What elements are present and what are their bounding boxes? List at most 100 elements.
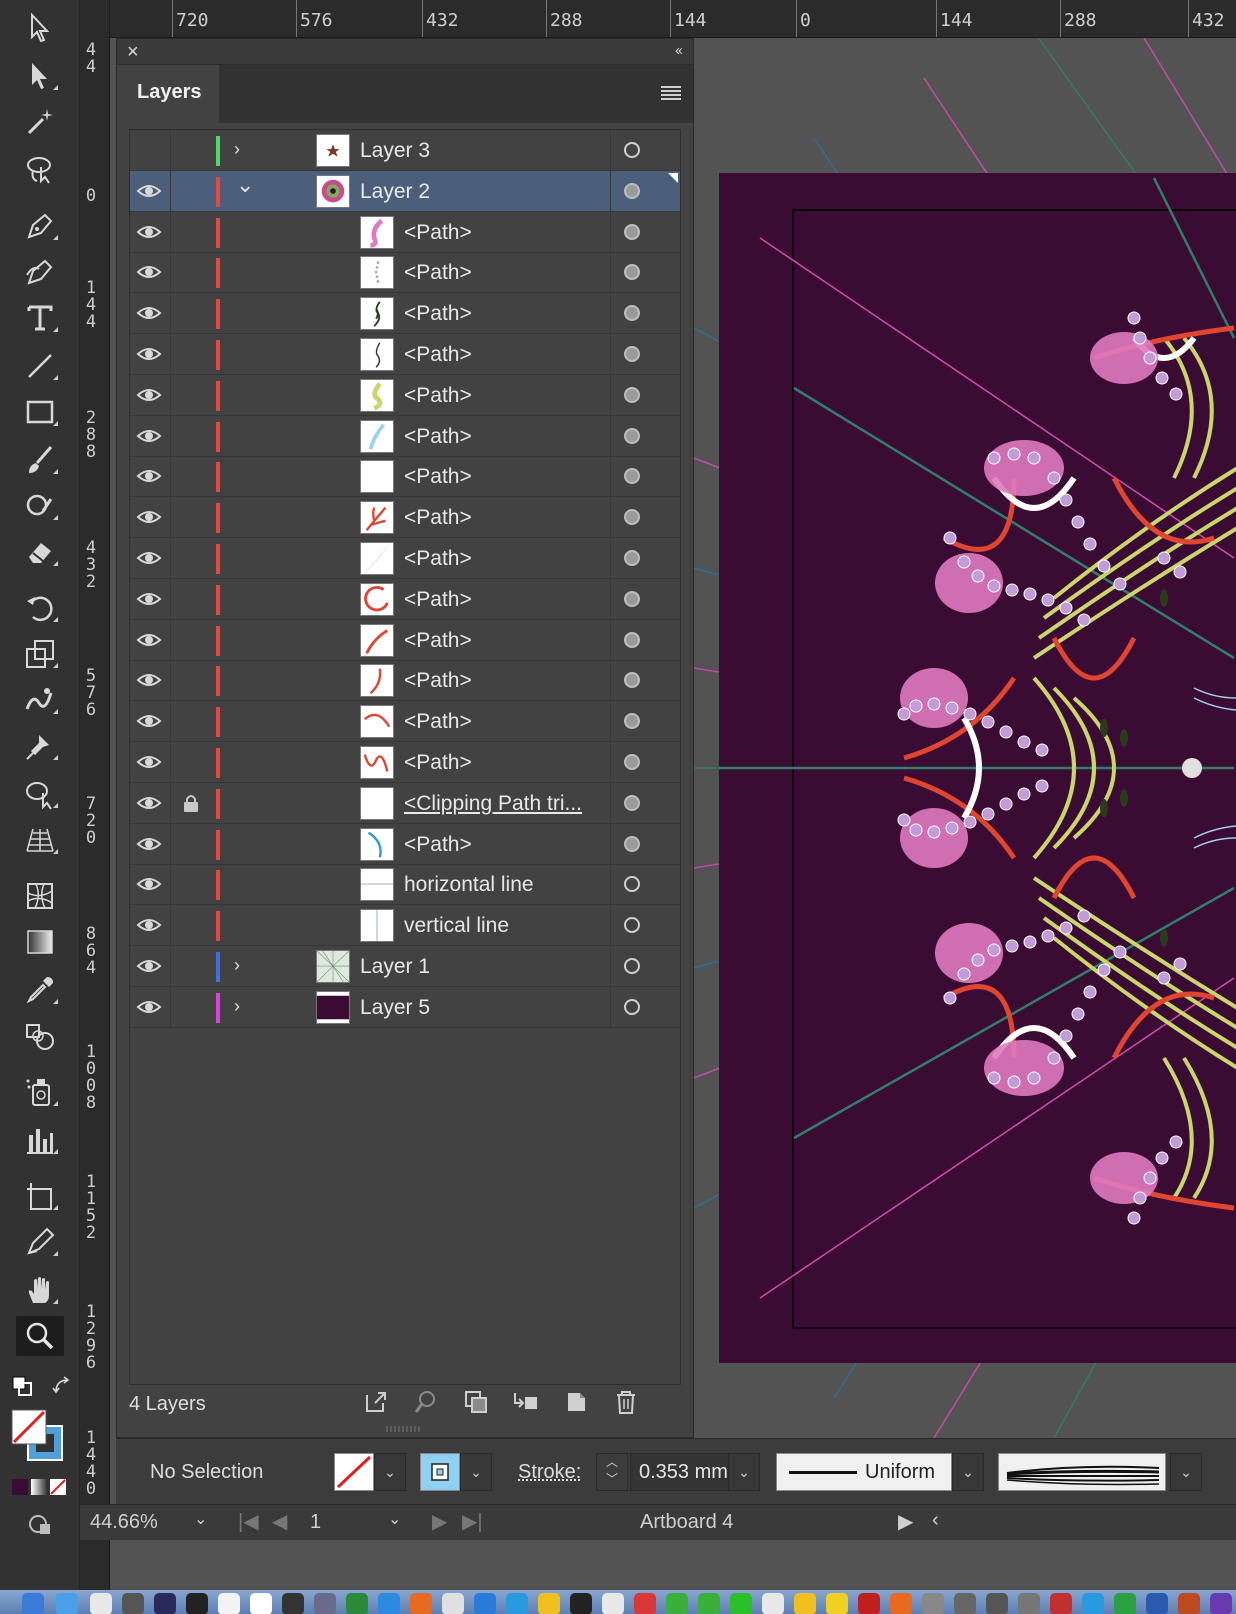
sublayer-row[interactable]: <Path> <box>130 293 680 335</box>
layer-name[interactable]: <Path> <box>404 384 472 408</box>
target-circle-icon[interactable] <box>624 142 640 158</box>
layer-name[interactable]: <Path> <box>404 629 472 653</box>
visibility-eye-icon[interactable] <box>136 260 162 284</box>
shape-builder-tool-icon[interactable] <box>16 774 64 814</box>
chevron-right-icon[interactable]: › <box>234 139 240 160</box>
gradient-tool-icon[interactable] <box>16 922 64 962</box>
locate-object-icon[interactable] <box>413 1389 439 1415</box>
layer-name[interactable]: <Path> <box>404 221 472 245</box>
visibility-eye-icon[interactable] <box>136 301 162 325</box>
sublayer-row[interactable]: <Clipping Path tri... <box>130 782 680 824</box>
layer-name[interactable]: <Path> <box>404 547 472 571</box>
excel-icon[interactable] <box>1114 1593 1136 1614</box>
curvature-tool-icon[interactable] <box>16 252 64 292</box>
type-tool-icon[interactable] <box>16 298 64 338</box>
scale-tool-icon[interactable] <box>16 634 64 674</box>
layer-name[interactable]: <Path> <box>404 833 472 857</box>
notes-icon[interactable] <box>218 1593 240 1614</box>
layer-name[interactable]: <Path> <box>404 506 472 530</box>
blend-tool-icon[interactable] <box>16 1016 64 1056</box>
layer-row[interactable]: › Layer 1 <box>130 946 680 987</box>
symbol-sprayer-tool-icon[interactable] <box>16 1072 64 1112</box>
layer-name[interactable]: vertical line <box>404 914 509 938</box>
create-sublayer-icon[interactable] <box>513 1389 539 1415</box>
sublayer-row[interactable]: <Path> <box>130 456 680 498</box>
visibility-eye-icon[interactable] <box>136 505 162 529</box>
layer-name[interactable]: Layer 5 <box>360 996 430 1020</box>
target-circle-icon[interactable] <box>624 182 640 199</box>
layer-name[interactable]: <Path> <box>404 588 472 612</box>
sublayer-row[interactable]: <Path> <box>130 660 680 702</box>
layer-name[interactable]: <Path> <box>404 751 472 775</box>
visibility-eye-icon[interactable] <box>136 424 162 448</box>
eraser-tool-icon[interactable] <box>16 532 64 572</box>
finder-icon[interactable] <box>22 1593 44 1614</box>
chrome-icon[interactable] <box>442 1593 464 1614</box>
layer-name[interactable]: <Path> <box>404 343 472 367</box>
sublayer-row[interactable]: <Path> <box>130 334 680 375</box>
shaper-tool-icon[interactable] <box>16 486 64 526</box>
line-tool-icon[interactable] <box>16 346 64 386</box>
tab-layers[interactable]: Layers <box>117 65 219 123</box>
layer-name[interactable]: <Path> <box>404 710 472 734</box>
sublayer-row[interactable]: <Path> <box>130 742 680 783</box>
sublayer-row[interactable]: <Path> <box>130 701 680 743</box>
make-clipping-mask-icon[interactable] <box>463 1389 489 1415</box>
fill-stroke-swatch[interactable] <box>10 1408 66 1462</box>
target-circle-icon[interactable] <box>624 346 640 362</box>
layer-name[interactable]: <Path> <box>404 302 472 326</box>
export-icon[interactable] <box>363 1389 389 1415</box>
layer-name[interactable]: <Path> <box>404 669 472 693</box>
target-circle-icon[interactable] <box>624 998 640 1015</box>
sublayer-row[interactable]: <Path> <box>130 497 680 539</box>
sublayer-row[interactable]: <Path> <box>130 415 680 457</box>
play-icon[interactable]: ▶ <box>898 1509 913 1534</box>
visibility-eye-icon[interactable] <box>136 668 162 692</box>
app-icon[interactable] <box>1210 1593 1232 1614</box>
zoom-level-field[interactable]: 44.66% <box>90 1511 190 1539</box>
profile-dropdown-chevron-icon[interactable]: ⌄ <box>952 1453 984 1491</box>
visibility-eye-icon[interactable] <box>136 709 162 733</box>
panel-menu-icon[interactable] <box>661 85 681 106</box>
launchpad-icon[interactable] <box>122 1593 144 1614</box>
app-icon[interactable] <box>1082 1593 1104 1614</box>
visibility-eye-icon[interactable] <box>136 791 162 815</box>
whatsapp-icon[interactable] <box>666 1593 688 1614</box>
default-fill-stroke-icon[interactable] <box>10 1374 34 1398</box>
artboard-dropdown-chevron-icon[interactable]: ⌄ <box>388 1509 401 1529</box>
layer-name[interactable]: Layer 1 <box>360 955 430 979</box>
delete-layer-icon[interactable] <box>613 1389 639 1415</box>
sublayer-row[interactable]: <Path> <box>130 538 680 579</box>
app-icon[interactable] <box>90 1593 112 1614</box>
chevron-down-icon[interactable]: ⌄ <box>236 172 254 198</box>
artboard-tool-icon[interactable] <box>16 1176 64 1216</box>
stroke-weight-dropdown-icon[interactable]: ⌄ <box>728 1453 760 1491</box>
chevron-right-icon[interactable]: › <box>234 955 240 976</box>
sublayer-row[interactable]: horizontal line <box>130 864 680 906</box>
layer-row[interactable]: › Layer 5 <box>130 986 680 1028</box>
target-circle-icon[interactable] <box>624 876 640 893</box>
safari-icon[interactable] <box>378 1593 400 1614</box>
warp-tool-icon[interactable] <box>16 680 64 720</box>
target-circle-icon[interactable] <box>624 754 640 770</box>
wechat-icon[interactable] <box>698 1593 720 1614</box>
target-circle-icon[interactable] <box>624 713 640 730</box>
column-graph-tool-icon[interactable] <box>16 1120 64 1160</box>
kindle-icon[interactable] <box>570 1593 592 1614</box>
swap-fill-stroke-icon[interactable] <box>50 1374 74 1398</box>
brush-dropdown-chevron-icon[interactable]: ⌄ <box>1170 1453 1202 1491</box>
app-icon[interactable] <box>474 1593 496 1614</box>
stroke-dropdown-chevron-icon[interactable]: ⌄ <box>460 1453 492 1491</box>
app-icon[interactable] <box>1018 1593 1040 1614</box>
target-circle-icon[interactable] <box>624 386 640 403</box>
resize-grip[interactable] <box>385 1421 425 1432</box>
lasso-tool-icon[interactable] <box>16 150 64 190</box>
target-circle-icon[interactable] <box>624 305 640 322</box>
clock-icon[interactable] <box>186 1593 208 1614</box>
skype-icon[interactable] <box>506 1593 528 1614</box>
sublayer-row[interactable]: <Path> <box>130 823 680 865</box>
target-circle-icon[interactable] <box>624 468 640 485</box>
app-icon[interactable] <box>538 1593 560 1614</box>
color-mode-icons[interactable] <box>12 1478 66 1496</box>
collapse-panel-icon[interactable]: ‹‹ <box>675 42 683 59</box>
